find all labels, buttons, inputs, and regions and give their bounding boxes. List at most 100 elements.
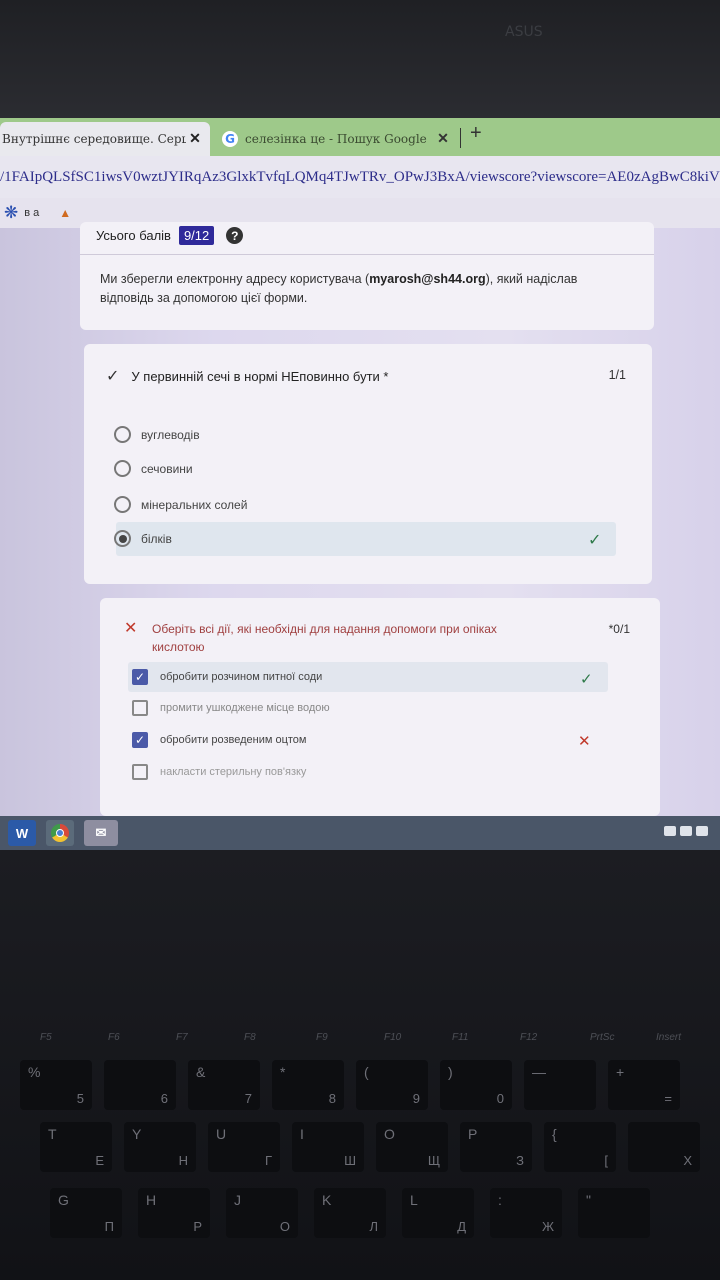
checkbox-option[interactable]: ✓ обробити розведеним оцтом [132, 732, 306, 748]
tab-bar: Внутрішнє середовище. Серце ✕ G селезінк… [0, 118, 720, 156]
keyboard-key[interactable]: {[ [544, 1122, 616, 1172]
incorrect-x-icon: ✕ [578, 733, 591, 750]
radio-button[interactable] [114, 460, 131, 477]
keyboard-key[interactable]: JО [226, 1188, 298, 1238]
option-label: накласти стерильну пов'язку [160, 766, 307, 778]
laptop-brand: ASUS [505, 24, 543, 40]
question-title: ✓ У первинній сечі в нормі НЕповинно бут… [106, 366, 626, 386]
laptop-bezel: ASUS [0, 0, 720, 118]
tab-label: Внутрішнє середовище. Серце [2, 132, 186, 146]
close-icon[interactable]: ✕ [186, 131, 204, 147]
system-tray [664, 826, 708, 836]
question-card-2: ✕ Оберіть всі дії, які необхідні для над… [100, 598, 660, 816]
option-label: білків [141, 531, 172, 546]
function-key[interactable]: F5 [40, 1032, 52, 1043]
url-text: /1FAIpQLSfSC1iwsV0wztJYIRqAz3GlxkTvfqLQM… [0, 168, 720, 185]
new-tab-icon[interactable]: + [470, 122, 482, 145]
keyboard-key[interactable]: ) 0 [440, 1060, 512, 1110]
option-label: вуглеводів [141, 427, 200, 442]
tab-google-search[interactable]: G селезінка це - Пошук Google ✕ [218, 124, 458, 154]
tray-icon[interactable] [680, 826, 692, 836]
keyboard-key[interactable]: YН [124, 1122, 196, 1172]
checkbox-checked[interactable]: ✓ [132, 732, 148, 748]
incorrect-x-icon: ✕ [124, 620, 138, 637]
keyboard-key[interactable]: KЛ [314, 1188, 386, 1238]
selected-option-highlight [116, 522, 616, 556]
function-key[interactable]: F10 [384, 1032, 401, 1043]
tab-divider [460, 128, 461, 148]
taskbar: W ✉ [0, 816, 720, 850]
keyboard-key[interactable]: HР [138, 1188, 210, 1238]
question-score: 1/1 [608, 368, 626, 382]
function-key[interactable]: F11 [452, 1032, 469, 1043]
keyboard-key[interactable]: IШ [292, 1122, 364, 1172]
help-icon[interactable]: ? [226, 227, 244, 244]
bookmark-icon[interactable]: ▲ [59, 206, 71, 220]
radio-button-selected[interactable] [114, 530, 131, 547]
keyboard-key[interactable]: % 5 [20, 1060, 92, 1110]
function-key[interactable]: F12 [520, 1032, 537, 1043]
score-card: Усього балів 9/12 ? Ми зберегли електрон… [80, 222, 654, 330]
google-icon: G [222, 131, 238, 147]
chrome-app-icon[interactable] [46, 820, 74, 846]
keyboard-key[interactable]: UГ [208, 1122, 280, 1172]
radio-option[interactable]: вуглеводів [114, 426, 200, 443]
radio-option[interactable]: мінеральних солей [114, 496, 247, 513]
checkbox[interactable] [132, 700, 148, 716]
apps-icon[interactable]: ❋ [4, 203, 18, 223]
keyboard-key[interactable]: + = [608, 1060, 680, 1110]
keyboard-key[interactable]: OЩ [376, 1122, 448, 1172]
question-card-1: ✓ У первинній сечі в нормі НЕповинно бут… [84, 344, 652, 584]
function-key[interactable]: F9 [316, 1032, 328, 1043]
option-label: промити ушкоджене місце водою [160, 702, 330, 714]
tab-active[interactable]: Внутрішнє середовище. Серце ✕ [0, 122, 210, 156]
function-key[interactable]: F6 [108, 1032, 120, 1043]
score-label: Усього балів [96, 228, 171, 243]
radio-button[interactable] [114, 426, 131, 443]
checkbox-option[interactable]: промити ушкоджене місце водою [132, 700, 330, 716]
checkbox-checked[interactable]: ✓ [132, 669, 148, 685]
close-icon[interactable]: ✕ [434, 131, 452, 147]
checkbox-option[interactable]: ✓ обробити розчином питної соди [132, 669, 322, 685]
saved-email: myarosh@sh44.org [369, 272, 486, 286]
mail-app-icon[interactable]: ✉ [84, 820, 118, 846]
word-app-icon[interactable]: W [8, 820, 36, 846]
checkbox-option[interactable]: накласти стерильну пов'язку [132, 764, 306, 780]
screen: Внутрішнє середовище. Серце ✕ G селезінк… [0, 118, 720, 850]
keyboard-key[interactable]: & 7 [188, 1060, 260, 1110]
option-label: мінеральних солей [141, 497, 248, 512]
score-row: Усього балів 9/12 ? [96, 226, 244, 245]
question-text: Оберіть всі дії, які необхідні для надан… [152, 622, 497, 654]
option-label: обробити розведеним оцтом [160, 734, 307, 746]
keyboard-key[interactable]: Х [628, 1122, 700, 1172]
saved-prefix: Ми зберегли електронну адресу користувач… [100, 272, 370, 286]
keyboard-key[interactable]: " [578, 1188, 650, 1238]
radio-button[interactable] [114, 496, 131, 513]
correct-check-icon: ✓ [580, 671, 593, 688]
keyboard-key[interactable]: TЕ [40, 1122, 112, 1172]
function-key[interactable]: PrtSc [590, 1032, 614, 1043]
function-key[interactable]: Insert [656, 1032, 681, 1043]
function-key[interactable]: F8 [244, 1032, 256, 1043]
divider [80, 254, 654, 255]
keyboard-key[interactable]: — [524, 1060, 596, 1110]
keyboard-key[interactable]: * 8 [272, 1060, 344, 1110]
question-score: *0/1 [608, 622, 630, 636]
radio-option[interactable]: сечовини [114, 460, 193, 477]
option-label: обробити розчином питної соди [160, 671, 323, 683]
keyboard-key[interactable]: PЗ [460, 1122, 532, 1172]
saved-email-notice: Ми зберегли електронну адресу користувач… [100, 270, 620, 308]
keyboard-key[interactable]: :Ж [490, 1188, 562, 1238]
tray-icon[interactable] [664, 826, 676, 836]
radio-option-selected[interactable]: білків [114, 530, 172, 547]
keyboard-key[interactable]: (9 [356, 1060, 428, 1110]
function-key[interactable]: F7 [176, 1032, 188, 1043]
tray-icon[interactable] [696, 826, 708, 836]
address-bar[interactable]: /1FAIpQLSfSC1iwsV0wztJYIRqAz3GlxkTvfqLQM… [0, 156, 720, 198]
score-badge: 9/12 [178, 226, 215, 245]
keyboard-key[interactable]: LД [402, 1188, 474, 1238]
keyboard-key[interactable]: 6 [104, 1060, 176, 1110]
keyboard-key[interactable]: GП [50, 1188, 122, 1238]
checkbox[interactable] [132, 764, 148, 780]
bookmark-label[interactable]: в а [24, 207, 39, 219]
